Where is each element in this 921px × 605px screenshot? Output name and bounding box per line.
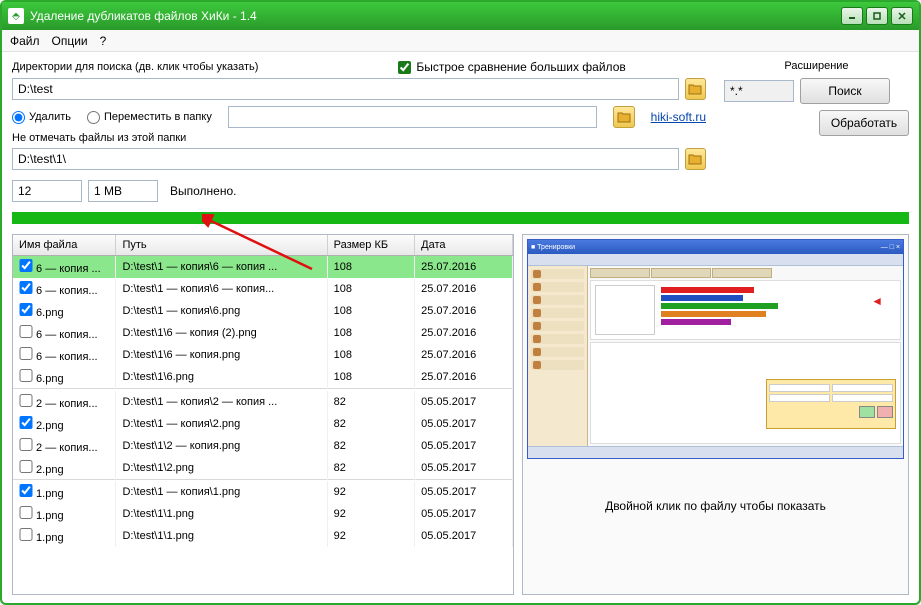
row-checkbox[interactable] [19, 259, 33, 272]
size-input[interactable] [88, 180, 158, 202]
extension-label: Расширение [724, 60, 909, 72]
window-title: Удаление дубликатов файлов ХиКи - 1.4 [30, 9, 841, 23]
table-row[interactable]: 2.pngD:\test\1\2.png8205.05.2017 [13, 457, 513, 480]
row-checkbox[interactable] [19, 416, 33, 429]
table-row[interactable]: 1.pngD:\test\1\1.png9205.05.2017 [13, 503, 513, 525]
header-date[interactable]: Дата [415, 235, 513, 256]
row-checkbox[interactable] [19, 325, 33, 338]
move-radio[interactable]: Переместить в папку [87, 111, 212, 124]
search-dirs-label: Директории для поиска (дв. клик чтобы ук… [12, 61, 258, 73]
table-row[interactable]: 2.pngD:\test\1 — копия\2.png8205.05.2017 [13, 413, 513, 435]
row-checkbox[interactable] [19, 303, 33, 316]
preview-image[interactable]: ■ Тренировки— □ × ◄ [527, 239, 904, 459]
progress-bar [12, 212, 909, 224]
browse-nomark-dir-button[interactable] [685, 148, 706, 170]
maximize-button[interactable] [866, 7, 888, 25]
row-checkbox[interactable] [19, 438, 33, 451]
app-window: ⬘ Удаление дубликатов файлов ХиКи - 1.4 … [0, 0, 921, 605]
header-filename[interactable]: Имя файла [13, 235, 116, 256]
table-row[interactable]: 6.pngD:\test\1\6.png10825.07.2016 [13, 366, 513, 389]
table-row[interactable]: 1.pngD:\test\1 — копия\1.png9205.05.2017 [13, 481, 513, 503]
minimize-button[interactable] [841, 7, 863, 25]
row-checkbox[interactable] [19, 484, 33, 497]
menu-file[interactable]: Файл [10, 34, 40, 48]
table-row[interactable]: 2 — копия...D:\test\1 — копия\2 — копия … [13, 391, 513, 413]
table-row[interactable]: 6 — копия ...D:\test\1 — копия\6 — копия… [13, 256, 513, 279]
search-dir-input[interactable] [12, 78, 679, 100]
header-size[interactable]: Размер КБ [327, 235, 415, 256]
process-button[interactable]: Обработать [819, 110, 909, 136]
row-checkbox[interactable] [19, 369, 33, 382]
results-table[interactable]: Имя файла Путь Размер КБ Дата 6 — копия … [12, 234, 514, 595]
table-row[interactable]: 1.pngD:\test\1\1.png9205.05.2017 [13, 525, 513, 547]
browse-search-dir-button[interactable] [685, 78, 706, 100]
row-checkbox[interactable] [19, 460, 33, 473]
menu-options[interactable]: Опции [52, 34, 88, 48]
nomark-dir-input[interactable] [12, 148, 679, 170]
menu-help[interactable]: ? [100, 34, 107, 48]
move-folder-input[interactable] [228, 106, 597, 128]
preview-caption: Двойной клик по файлу чтобы показать [605, 499, 826, 513]
header-path[interactable]: Путь [116, 235, 327, 256]
website-link[interactable]: hiki-soft.ru [651, 110, 706, 124]
fast-compare-checkbox[interactable]: Быстрое сравнение больших файлов [398, 60, 625, 74]
close-button[interactable] [891, 7, 913, 25]
table-row[interactable]: 6 — копия...D:\test\1 — копия\6 — копия.… [13, 278, 513, 300]
nomark-label: Не отмечать файлы из этой папки [12, 132, 706, 144]
fast-compare-input[interactable] [398, 61, 411, 74]
extension-select[interactable] [724, 80, 794, 102]
row-checkbox[interactable] [19, 506, 33, 519]
row-checkbox[interactable] [19, 394, 33, 407]
row-checkbox[interactable] [19, 281, 33, 294]
row-checkbox[interactable] [19, 528, 33, 541]
browse-move-folder-button[interactable] [613, 106, 635, 128]
status-text: Выполнено. [170, 184, 236, 198]
preview-panel: ■ Тренировки— □ × ◄ [522, 234, 909, 595]
count-input[interactable] [12, 180, 82, 202]
delete-radio[interactable]: Удалить [12, 111, 71, 124]
search-button[interactable]: Поиск [800, 78, 890, 104]
table-row[interactable]: 6.pngD:\test\1 — копия\6.png10825.07.201… [13, 300, 513, 322]
table-row[interactable]: 6 — копия...D:\test\1\6 — копия.png10825… [13, 344, 513, 366]
row-checkbox[interactable] [19, 347, 33, 360]
titlebar[interactable]: ⬘ Удаление дубликатов файлов ХиКи - 1.4 [2, 2, 919, 30]
menubar: Файл Опции ? [2, 30, 919, 52]
table-row[interactable]: 6 — копия...D:\test\1\6 — копия (2).png1… [13, 322, 513, 344]
table-row[interactable]: 2 — копия...D:\test\1\2 — копия.png8205.… [13, 435, 513, 457]
app-icon: ⬘ [8, 8, 24, 24]
